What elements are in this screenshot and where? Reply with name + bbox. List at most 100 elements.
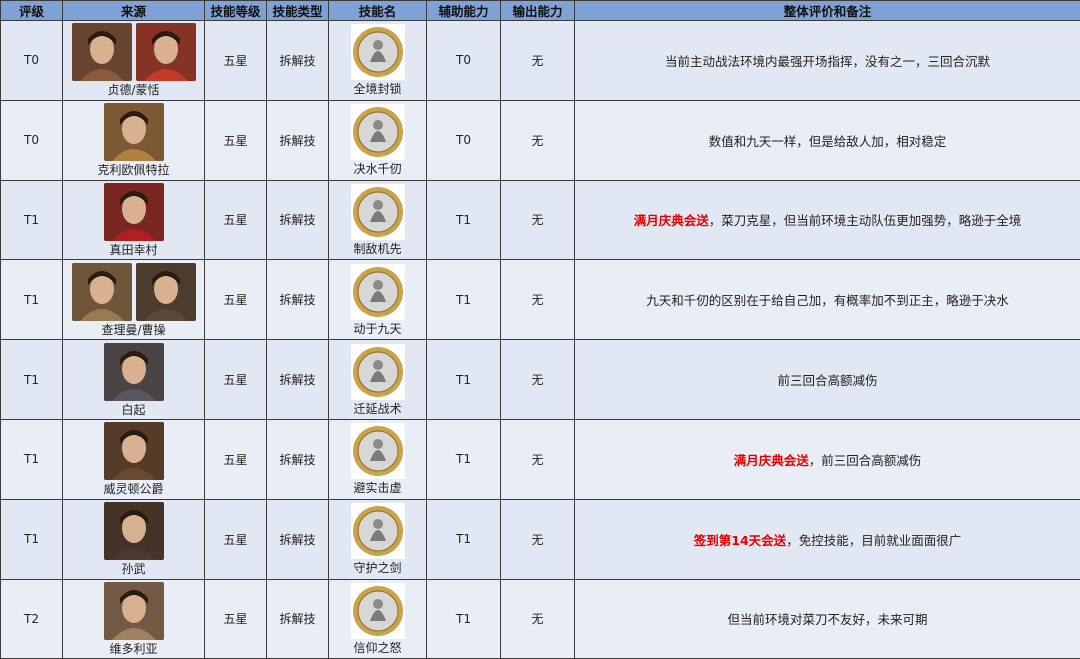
skill-type-cell: 拆解技	[267, 260, 329, 340]
tier-cell: T1	[1, 499, 63, 579]
general-portrait	[72, 263, 132, 321]
skill-icon	[351, 583, 405, 639]
source-cell: 维多利亚	[63, 579, 205, 659]
tier-cell: T0	[1, 21, 63, 101]
header-source: 来源	[63, 1, 205, 21]
skill-icon	[351, 104, 405, 160]
source-cell: 威灵顿公爵	[63, 419, 205, 499]
skill-name-cell: 制敌机先	[329, 180, 427, 260]
output-cell: 无	[501, 100, 575, 180]
source-name: 克利欧佩特拉	[63, 163, 204, 177]
skill-icon	[351, 184, 405, 240]
source-name: 查理曼/曹操	[63, 323, 204, 337]
table-row: T0贞德/蒙恬五星拆解技全境封锁T0无当前主动战法环境内最强开场指挥，没有之一，…	[1, 21, 1080, 101]
skill-icon	[351, 344, 405, 400]
output-cell: 无	[501, 340, 575, 420]
output-cell: 无	[501, 419, 575, 499]
skill-type-cell: 拆解技	[267, 100, 329, 180]
source-cell: 克利欧佩特拉	[63, 100, 205, 180]
skill-icon	[351, 24, 405, 80]
skill-name: 守护之剑	[353, 561, 401, 575]
general-portrait	[104, 582, 164, 640]
source-name: 白起	[63, 403, 204, 417]
header-tier: 评级	[1, 1, 63, 21]
support-cell: T1	[427, 419, 501, 499]
support-cell: T0	[427, 100, 501, 180]
skill-level-cell: 五星	[205, 579, 267, 659]
notes-cell: 满月庆典会送，前三回合高额减伤	[575, 419, 1080, 499]
skill-type-cell: 拆解技	[267, 499, 329, 579]
skill-type-cell: 拆解技	[267, 180, 329, 260]
skill-level-cell: 五星	[205, 100, 267, 180]
source-cell: 孙武	[63, 499, 205, 579]
note-text: 前三回合高额减伤	[777, 373, 877, 388]
skill-type-cell: 拆解技	[267, 579, 329, 659]
source-name: 贞德/蒙恬	[63, 83, 204, 97]
skill-name-cell: 动于九天	[329, 260, 427, 340]
general-portrait	[136, 263, 196, 321]
header-skill-level: 技能等级	[205, 1, 267, 21]
support-cell: T1	[427, 180, 501, 260]
highlight-text: 满月庆典会送	[734, 453, 809, 468]
tier-cell: T0	[1, 100, 63, 180]
table-row: T1查理曼/曹操五星拆解技动于九天T1无九天和千仞的区别在于给自己加，有概率加不…	[1, 260, 1080, 340]
note-text: 但当前环境对菜刀不友好，未来可期	[727, 612, 927, 627]
general-portrait	[104, 103, 164, 161]
header-notes: 整体评价和备注	[575, 1, 1080, 21]
tier-cell: T1	[1, 180, 63, 260]
skill-icon	[351, 264, 405, 320]
skill-name-cell: 守护之剑	[329, 499, 427, 579]
tier-cell: T1	[1, 340, 63, 420]
table-row: T1孙武五星拆解技守护之剑T1无签到第14天会送，免控技能，目前就业面面很广	[1, 499, 1080, 579]
source-cell: 白起	[63, 340, 205, 420]
source-name: 真田幸村	[63, 243, 204, 257]
note-text: 九天和千仞的区别在于给自己加，有概率加不到正主，略逊于决水	[646, 293, 1009, 308]
support-cell: T1	[427, 260, 501, 340]
skill-type-cell: 拆解技	[267, 21, 329, 101]
skill-level-cell: 五星	[205, 419, 267, 499]
note-text: 当前主动战法环境内最强开场指挥，没有之一，三回合沉默	[665, 54, 990, 69]
header-row: 评级 来源 技能等级 技能类型 技能名 辅助能力 输出能力 整体评价和备注	[1, 1, 1080, 21]
source-cell: 查理曼/曹操	[63, 260, 205, 340]
output-cell: 无	[501, 579, 575, 659]
skill-name: 信仰之怒	[353, 641, 401, 655]
notes-cell: 当前主动战法环境内最强开场指挥，没有之一，三回合沉默	[575, 21, 1080, 101]
skill-name: 动于九天	[353, 322, 401, 336]
notes-cell: 九天和千仞的区别在于给自己加，有概率加不到正主，略逊于决水	[575, 260, 1080, 340]
skill-tier-table: 评级 来源 技能等级 技能类型 技能名 辅助能力 输出能力 整体评价和备注 T0…	[0, 0, 1080, 659]
tier-cell: T1	[1, 419, 63, 499]
highlight-text: 满月庆典会送	[634, 213, 709, 228]
source-name: 威灵顿公爵	[63, 482, 204, 496]
general-portrait	[104, 343, 164, 401]
general-portrait	[104, 422, 164, 480]
tier-cell: T1	[1, 260, 63, 340]
skill-icon	[351, 423, 405, 479]
note-text: ，菜刀克星，但当前环境主动队伍更加强势，略逊于全境	[709, 213, 1022, 228]
note-text: ，前三回合高额减伤	[809, 453, 922, 468]
general-portrait	[136, 23, 196, 81]
tier-cell: T2	[1, 579, 63, 659]
skill-name: 迁延战术	[353, 402, 401, 416]
skill-name-cell: 全境封锁	[329, 21, 427, 101]
note-text: 数值和九天一样，但是给敌人加，相对稳定	[709, 134, 947, 149]
support-cell: T1	[427, 499, 501, 579]
source-cell: 真田幸村	[63, 180, 205, 260]
skill-name: 决水千仞	[353, 162, 401, 176]
general-portrait	[104, 502, 164, 560]
notes-cell: 数值和九天一样，但是给敌人加，相对稳定	[575, 100, 1080, 180]
skill-type-cell: 拆解技	[267, 419, 329, 499]
table-row: T1白起五星拆解技迁延战术T1无前三回合高额减伤	[1, 340, 1080, 420]
skill-icon	[351, 503, 405, 559]
source-name: 维多利亚	[63, 642, 204, 656]
skill-name: 避实击虚	[353, 481, 401, 495]
support-cell: T1	[427, 579, 501, 659]
notes-cell: 满月庆典会送，菜刀克星，但当前环境主动队伍更加强势，略逊于全境	[575, 180, 1080, 260]
header-skill-name: 技能名	[329, 1, 427, 21]
support-cell: T0	[427, 21, 501, 101]
output-cell: 无	[501, 21, 575, 101]
general-portrait	[72, 23, 132, 81]
table-row: T1真田幸村五星拆解技制敌机先T1无满月庆典会送，菜刀克星，但当前环境主动队伍更…	[1, 180, 1080, 260]
skill-level-cell: 五星	[205, 340, 267, 420]
header-support: 辅助能力	[427, 1, 501, 21]
skill-level-cell: 五星	[205, 499, 267, 579]
